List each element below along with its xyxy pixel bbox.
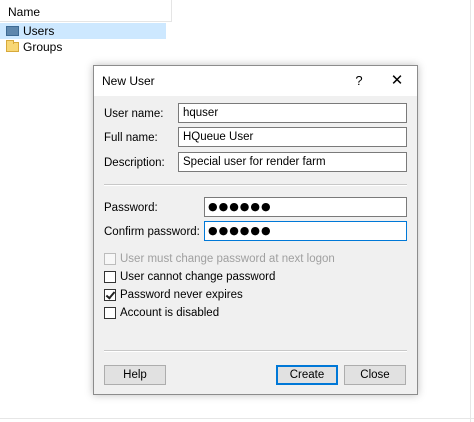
- close-icon[interactable]: ✕: [387, 71, 407, 91]
- close-button[interactable]: Close: [344, 365, 406, 385]
- password-never-expires-checkbox[interactable]: Password never expires: [104, 288, 243, 302]
- user-name-label: User name:: [104, 108, 164, 120]
- users-folder-icon: [6, 26, 19, 36]
- folder-icon: [6, 40, 19, 52]
- separator: [104, 184, 407, 186]
- must-change-password-checkbox[interactable]: User must change password at next logon: [104, 252, 335, 266]
- checkbox-box[interactable]: [104, 289, 116, 301]
- confirm-password-field[interactable]: ●●●●●●: [204, 221, 407, 241]
- checkbox-label: Account is disabled: [120, 307, 220, 319]
- description-field[interactable]: [178, 152, 407, 172]
- help-icon[interactable]: ?: [349, 71, 369, 91]
- password-label: Password:: [104, 202, 158, 214]
- create-button[interactable]: Create: [276, 365, 338, 385]
- dialog-title: New User: [102, 74, 155, 88]
- password-field[interactable]: ●●●●●●: [204, 197, 407, 217]
- checkbox-label: User must change password at next logon: [120, 253, 335, 265]
- list-item-label: Groups: [23, 40, 63, 54]
- checkbox-box[interactable]: [104, 271, 116, 283]
- checkbox-box[interactable]: [104, 307, 116, 319]
- new-user-dialog: New User ? ✕ User name: Full name: Descr…: [93, 65, 418, 395]
- checkbox-box[interactable]: [104, 253, 116, 265]
- list-item-users[interactable]: Users: [0, 23, 166, 39]
- cannot-change-password-checkbox[interactable]: User cannot change password: [104, 270, 275, 284]
- full-name-field[interactable]: [178, 127, 407, 147]
- confirm-password-label: Confirm password:: [104, 226, 200, 238]
- user-name-field[interactable]: [178, 103, 407, 123]
- checkbox-label: User cannot change password: [120, 271, 276, 283]
- description-label: Description:: [104, 157, 165, 169]
- list-item-groups[interactable]: Groups: [6, 39, 62, 55]
- pane-divider: [470, 0, 471, 422]
- separator: [104, 350, 407, 352]
- full-name-label: Full name:: [104, 132, 158, 144]
- name-column-header[interactable]: Name: [0, 0, 172, 22]
- pane-divider: [0, 418, 474, 419]
- dialog-titlebar[interactable]: New User ? ✕: [94, 66, 417, 96]
- list-item-label: Users: [23, 24, 55, 38]
- help-button[interactable]: Help: [104, 365, 166, 385]
- checkbox-label: Password never expires: [120, 289, 243, 301]
- account-disabled-checkbox[interactable]: Account is disabled: [104, 306, 219, 320]
